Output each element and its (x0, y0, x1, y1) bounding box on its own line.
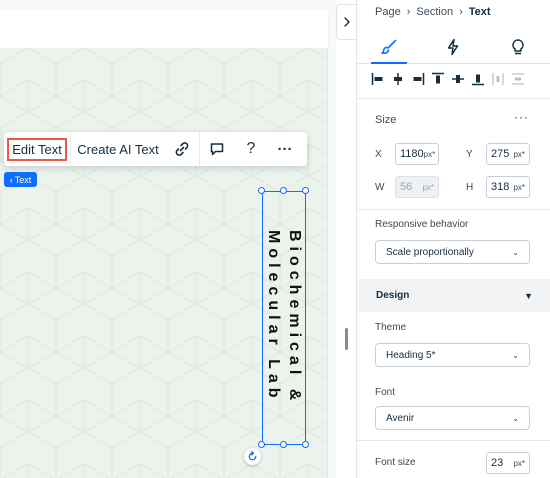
element-type-tag[interactable]: ‹ Text (4, 172, 37, 187)
lightning-icon (448, 38, 459, 55)
breadcrumb-separator: › (459, 6, 463, 18)
tab-design[interactable] (357, 30, 421, 64)
rotate-icon (248, 451, 257, 461)
section-divider (357, 209, 550, 210)
edit-text-label: Edit Text (7, 137, 67, 161)
chevron-down-icon: ⌄ (512, 413, 519, 423)
more-icon: ··· (277, 140, 293, 158)
back-arrow-icon: ‹ (9, 174, 13, 185)
canvas-edge-line (327, 48, 328, 478)
help-icon: ? (246, 140, 256, 157)
comment-button[interactable] (200, 132, 234, 166)
theme-dropdown[interactable]: Heading 5* ⌄ (375, 343, 530, 367)
theme-value: Heading 5* (386, 349, 436, 361)
tab-animation[interactable] (421, 30, 485, 63)
distribute-horizontal-icon[interactable] (491, 72, 505, 86)
inspector-panel: Page › Section › Text Size ··· X 1180 px… (357, 0, 550, 478)
font-size-input[interactable]: 23 px* (486, 452, 530, 474)
font-label: Font (375, 387, 396, 398)
size-section-title: Size (375, 114, 397, 126)
rotate-handle[interactable] (244, 448, 261, 465)
align-center-horizontal-icon[interactable] (391, 72, 405, 86)
h-unit: px* (513, 182, 525, 192)
tab-tips[interactable] (486, 30, 550, 63)
font-dropdown[interactable]: Avenir ⌄ (375, 406, 530, 430)
help-button[interactable]: ? (234, 132, 268, 166)
breadcrumb-separator: › (406, 6, 411, 18)
brush-icon (381, 39, 397, 54)
align-top-icon[interactable] (431, 72, 445, 86)
y-position-input[interactable]: 275 px* (486, 143, 530, 165)
responsive-behavior-dropdown[interactable]: Scale proportionally ⌄ (375, 240, 530, 264)
breadcrumb-section[interactable]: Section (416, 6, 453, 18)
selection-frame (262, 191, 306, 445)
font-size-value: 23 (491, 457, 504, 469)
x-value: 1180 (400, 148, 424, 160)
x-label: X (375, 149, 382, 160)
collapse-panel-button[interactable] (336, 4, 356, 40)
theme-label: Theme (375, 322, 407, 333)
panel-resize-handle[interactable] (345, 328, 348, 350)
element-type-label: Text (14, 174, 32, 185)
resize-handle-bottom[interactable] (280, 441, 287, 448)
font-size-label: Font size (375, 457, 416, 468)
align-bottom-icon[interactable] (471, 72, 485, 86)
inspector-tabs (357, 30, 550, 64)
section-divider (357, 98, 550, 99)
design-section-header[interactable]: Design ▼ (357, 279, 550, 312)
breadcrumb-current: Text (468, 6, 491, 18)
chevron-down-icon: ⌄ (512, 350, 519, 360)
collapse-triangle-icon: ▼ (524, 290, 533, 301)
resize-handle-bottom-right[interactable] (302, 441, 309, 448)
distribute-vertical-icon[interactable] (511, 72, 525, 86)
page-header-strip[interactable] (0, 10, 328, 48)
width-input[interactable]: 56 px* (395, 176, 439, 198)
w-value: 56 (400, 181, 413, 193)
x-position-input[interactable]: 1180 px* (395, 143, 439, 165)
align-center-vertical-icon[interactable] (451, 72, 465, 86)
align-left-icon[interactable] (371, 72, 385, 86)
chevron-down-icon: ⌄ (512, 247, 519, 257)
h-value: 318 (491, 181, 510, 193)
create-ai-text-button[interactable]: Create AI Text (71, 132, 165, 166)
resize-handle-bottom-left[interactable] (258, 441, 265, 448)
size-more-button[interactable]: ··· (514, 110, 529, 124)
link-button[interactable] (165, 132, 199, 166)
text-floating-toolbar: Edit Text Create AI Text ? ··· (4, 132, 307, 166)
resize-handle-top-left[interactable] (258, 187, 265, 194)
edit-text-button[interactable]: Edit Text (4, 132, 70, 166)
alignment-toolbar (371, 70, 546, 88)
chevron-right-icon (343, 17, 350, 27)
lightbulb-icon (512, 38, 524, 54)
responsive-behavior-value: Scale proportionally (386, 246, 474, 258)
font-value: Avenir (386, 412, 415, 424)
resize-handle-top-right[interactable] (302, 187, 309, 194)
y-unit: px* (513, 149, 525, 159)
section-divider (357, 440, 550, 441)
align-right-icon[interactable] (411, 72, 425, 86)
y-value: 275 (491, 148, 510, 160)
w-label: W (375, 182, 385, 193)
breadcrumb-page[interactable]: Page (375, 6, 401, 18)
y-label: Y (466, 149, 473, 160)
font-size-unit: px* (513, 458, 525, 468)
resize-handle-top[interactable] (280, 187, 287, 194)
create-ai-text-label: Create AI Text (77, 141, 159, 157)
breadcrumb: Page › Section › Text (375, 6, 491, 18)
height-input[interactable]: 318 px* (486, 176, 530, 198)
link-icon (175, 142, 189, 156)
more-actions-button[interactable]: ··· (268, 132, 302, 166)
editor-canvas[interactable]: Edit Text Create AI Text ? ··· ‹ Text Bi… (0, 0, 336, 478)
w-unit: px* (422, 182, 434, 192)
h-label: H (466, 182, 474, 193)
responsive-behavior-label: Responsive behavior (375, 219, 469, 230)
comment-icon (210, 143, 224, 156)
design-section-title: Design (376, 290, 410, 301)
x-unit: px* (423, 149, 436, 159)
